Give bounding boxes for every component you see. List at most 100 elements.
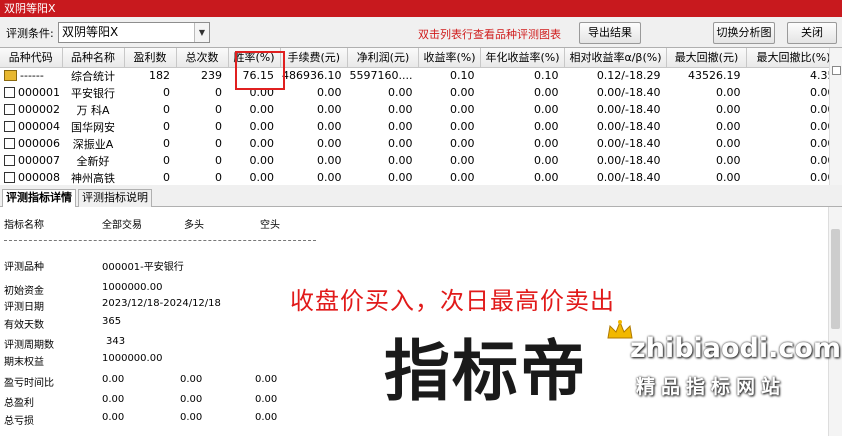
table-cell: 0.00 (387, 137, 413, 150)
column-header[interactable]: 净利润(元) (347, 48, 419, 68)
export-button[interactable]: 导出结果 (579, 22, 641, 44)
detail-value-all: 1000000.00 (102, 282, 163, 293)
table-row[interactable]: 000001 平安银行 0 0 0.00 0.00 0.00 0.00 0.00 0.00/-18… (0, 84, 840, 101)
table-cell: 0.00 (449, 171, 475, 184)
table-cell: 深振业A (72, 137, 114, 151)
table-cell: 平安银行 (71, 86, 115, 100)
grid-scrollbar[interactable] (829, 48, 842, 185)
table-cell: 0.00 (715, 103, 741, 116)
table-cell: 0.00 (809, 154, 835, 167)
table-cell: 0 (163, 86, 170, 99)
cell-code: 000001 (0, 84, 62, 101)
scroll-box-icon[interactable] (832, 66, 841, 75)
table-cell: 0.00 (317, 171, 342, 184)
scroll-thumb[interactable] (831, 229, 840, 329)
switch-chart-button[interactable]: 切换分析图 (713, 22, 775, 44)
table-cell: 0.10 (449, 69, 475, 83)
table-row[interactable]: ------ 综合统计 182 239 76.15 486936.10 5597160...… (0, 67, 840, 84)
chevron-down-icon[interactable]: ▼ (194, 23, 209, 42)
table-cell: 0.00 (533, 137, 559, 150)
watermark-sub: 精品指标网站 (636, 376, 787, 398)
document-icon (4, 138, 15, 149)
table-cell: 486936.10 (282, 69, 342, 83)
cell-code-text: 000001 (18, 86, 60, 99)
detail-label: 评测品种 (4, 262, 44, 273)
table-cell: 0.12/-18.29 (596, 69, 661, 83)
table-cell: 0.00 (715, 154, 741, 167)
table-cell: 0.00 (533, 103, 559, 116)
table-cell: 0.00 (449, 120, 475, 133)
cell-code: ------ (0, 67, 62, 84)
divider (4, 240, 316, 241)
cell-code-text: ------ (20, 69, 44, 83)
table-cell: 0.00 (249, 120, 275, 133)
column-header[interactable]: 最大回撤(元) (666, 48, 747, 68)
detail-value-all: 000001-平安银行 (102, 262, 184, 273)
table-cell: 0.00 (387, 120, 413, 133)
column-header[interactable]: 盈利数 (124, 48, 177, 68)
table-cell: 0 (215, 171, 222, 184)
condition-label: 评测条件: (6, 27, 54, 40)
cell-code: 000008 (0, 169, 62, 185)
table-cell: 0 (163, 154, 170, 167)
detail-value-all: 1000000.00 (102, 353, 163, 364)
tab-description[interactable]: 评测指标说明 (78, 189, 152, 207)
table-cell: 0.00/-18.40 (596, 86, 661, 99)
detail-value-all: 0.00 (102, 394, 125, 405)
table-cell: 4.35 (809, 69, 835, 83)
watermark-url: zhibiaodi.com (630, 333, 842, 364)
detail-value-long: 0.00 (180, 374, 203, 385)
table-cell: 0.00 (809, 137, 835, 150)
table-cell: 0 (215, 137, 222, 150)
close-button[interactable]: 关闭 (787, 22, 837, 44)
detail-value-long: 0.00 (180, 394, 203, 405)
table-row[interactable]: 000002 万 科A 0 0 0.00 0.00 0.00 0.00 0.00 0.00/-18… (0, 101, 840, 118)
document-icon (4, 172, 15, 183)
table-cell: 0.00 (533, 120, 559, 133)
detail-header-short: 空头 (260, 220, 280, 231)
cell-code-text: 000007 (18, 154, 60, 167)
table-cell: 0 (215, 154, 222, 167)
column-header[interactable]: 相对收益率α/β(%) (564, 48, 667, 68)
detail-value-short: 0.00 (255, 412, 278, 423)
cell-code-text: 000004 (18, 120, 60, 133)
folder-icon (4, 70, 17, 82)
table-cell: 0.00 (249, 137, 275, 150)
table-cell: 182 (149, 69, 170, 83)
detail-label: 初始资金 (4, 286, 44, 297)
cell-code: 000007 (0, 152, 62, 169)
detail-value-all: 343 (106, 336, 126, 347)
cell-code: 000002 (0, 101, 62, 118)
table-cell: 0.10 (533, 69, 559, 83)
table-cell: 0.00 (809, 120, 835, 133)
tab-detail[interactable]: 评测指标详情 (2, 189, 76, 207)
column-header[interactable]: 年化收益率(%) (480, 48, 565, 68)
table-cell: 0.00 (449, 137, 475, 150)
column-header[interactable]: 品种名称 (62, 48, 125, 68)
column-header[interactable]: 手续费(元) (280, 48, 348, 68)
column-header[interactable]: 总次数 (176, 48, 229, 68)
table-cell: 0 (163, 137, 170, 150)
detail-label: 评测周期数 (4, 340, 54, 351)
table-cell: 0.00 (715, 120, 741, 133)
table-cell: 0 (215, 86, 222, 99)
table-cell: 0.00 (387, 154, 413, 167)
table-cell: 0.00 (317, 120, 342, 133)
table-cell: 0.00 (317, 103, 342, 116)
column-header[interactable]: 最大回撤比(%) (746, 48, 841, 68)
cell-code-text: 000008 (18, 171, 60, 184)
detail-label: 盈亏时间比 (4, 378, 54, 389)
condition-select[interactable]: 双阴等阳X ▼ (58, 22, 210, 43)
table-row[interactable]: 000008 神州高铁 0 0 0.00 0.00 0.00 0.00 0.00 0.00/-18… (0, 169, 840, 185)
column-header[interactable]: 品种代码 (0, 48, 63, 68)
table-row[interactable]: 000004 国华网安 0 0 0.00 0.00 0.00 0.00 0.00 0.00/-18… (0, 118, 840, 135)
watermark-logo: 指标帝 (384, 333, 588, 410)
table-cell: 0 (163, 120, 170, 133)
table-row[interactable]: 000006 深振业A 0 0 0.00 0.00 0.00 0.00 0.00 0.00/-18… (0, 135, 840, 152)
detail-scrollbar[interactable] (828, 207, 842, 436)
annotation-text: 收盘价买入，次日最高价卖出 (290, 287, 615, 315)
table-cell: 0.00/-18.40 (596, 137, 661, 150)
detail-header-long: 多头 (184, 220, 204, 231)
column-header[interactable]: 收益率(%) (418, 48, 481, 68)
table-row[interactable]: 000007 全新好 0 0 0.00 0.00 0.00 0.00 0.00 0.00/-18.… (0, 152, 840, 169)
